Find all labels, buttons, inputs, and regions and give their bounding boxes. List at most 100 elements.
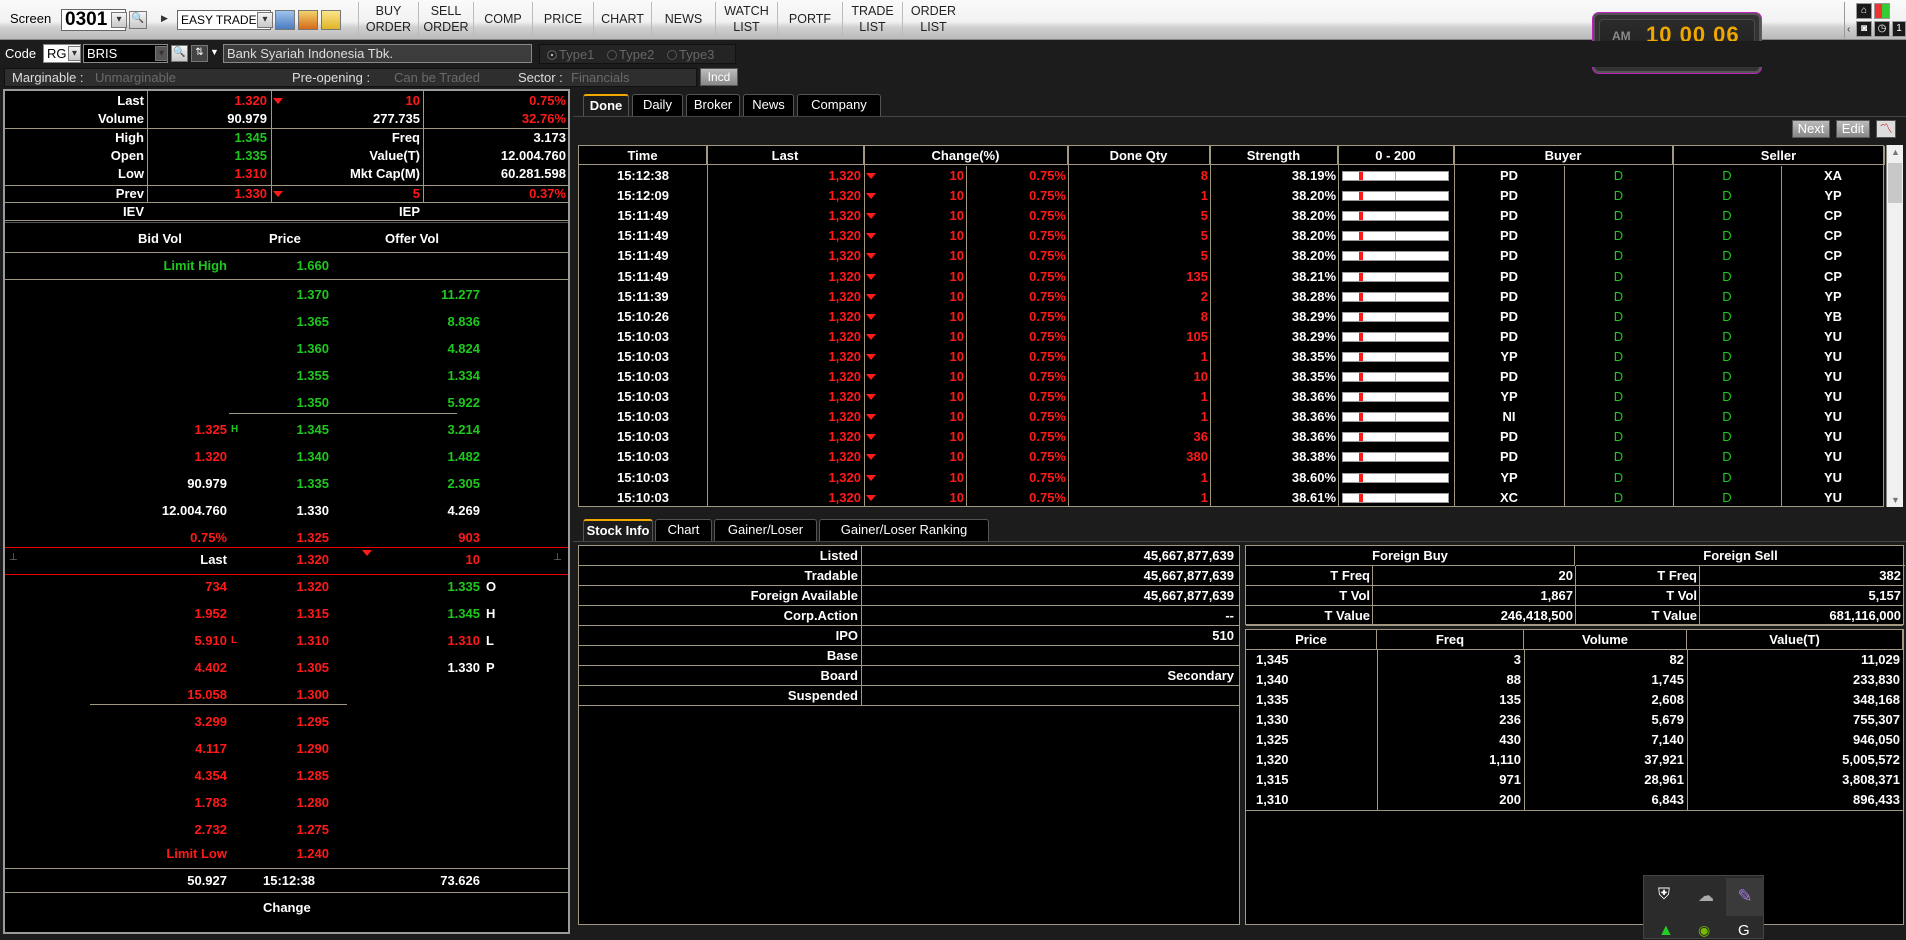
tab-stock-info[interactable]: Stock Info (583, 519, 653, 541)
offer-row[interactable]: 1.370 11.277 (5, 287, 568, 307)
offer-row[interactable]: 1.350 5.922 (5, 395, 568, 415)
g-hub-icon[interactable]: G (1738, 922, 1750, 939)
menu-order-list[interactable]: ORDER LIST (902, 2, 964, 36)
pin-left-icon[interactable]: ⊥ (9, 552, 18, 563)
app-a-icon[interactable]: ▲ (1658, 922, 1674, 940)
pv-row[interactable]: 1,345 3 82 11,029 (1246, 650, 1903, 670)
pv-row[interactable]: 1,325 430 7,140 946,050 (1246, 730, 1903, 750)
done-row[interactable]: 15:10:03 1,320 10 0.75% 1 38.60% YP D D YU (579, 468, 1885, 488)
offer-row[interactable]: 90.979 1.335 2.305 (5, 476, 568, 496)
menu-portf[interactable]: PORTF (777, 2, 842, 36)
type-radio-1[interactable]: Type1 (547, 47, 594, 62)
chart-toggle-icon[interactable]: 〽 (1876, 120, 1896, 138)
col-header-done-qty[interactable]: Done Qty (1068, 146, 1210, 165)
done-row[interactable]: 15:10:03 1,320 10 0.75% 36 38.36% PD D D YU (579, 427, 1885, 447)
done-row[interactable]: 15:10:26 1,320 10 0.75% 8 38.29% PD D D YB (579, 307, 1885, 327)
done-row[interactable]: 15:11:49 1,320 10 0.75% 5 38.20% PD D D CP (579, 246, 1885, 266)
alert-icon[interactable] (298, 10, 318, 30)
sort-dropdown-icon[interactable]: ▼ (210, 47, 219, 57)
bid-row[interactable]: 4.117 1.290 (5, 741, 568, 761)
bid-row[interactable]: 3.299 1.295 (5, 714, 568, 734)
pin-right-icon[interactable]: ⊥ (553, 552, 562, 563)
pv-header-value-t-[interactable]: Value(T) (1687, 630, 1903, 650)
tab-daily[interactable]: Daily (632, 94, 683, 116)
onedrive-offline-icon[interactable]: ☁ (1698, 886, 1714, 906)
incd-button[interactable]: Incd (700, 68, 738, 86)
bid-row[interactable]: 4.402 1.305 1.330 P (5, 660, 568, 680)
bid-row[interactable]: 734 1.320 1.335 O (5, 579, 568, 599)
page-indicator[interactable]: 1 (1892, 21, 1906, 37)
pv-row[interactable]: 1,310 200 6,843 896,433 (1246, 790, 1903, 810)
layout-grid-icon[interactable] (1874, 3, 1890, 19)
tab-news[interactable]: News (743, 94, 794, 116)
tab-company[interactable]: Company (797, 94, 881, 116)
offer-row[interactable]: 1.365 8.836 (5, 314, 568, 334)
pv-row[interactable]: 1,340 88 1,745 233,830 (1246, 670, 1903, 690)
menu-buy-order[interactable]: BUY ORDER (358, 2, 418, 36)
tab-gainer-loser[interactable]: Gainer/Loser (714, 519, 817, 541)
collapse-left-icon[interactable]: ‹ (1847, 24, 1850, 35)
clock-icon[interactable]: ◷ (1874, 21, 1890, 37)
col-header-last[interactable]: Last (707, 146, 864, 165)
done-row[interactable]: 15:11:49 1,320 10 0.75% 5 38.20% PD D D CP (579, 226, 1885, 246)
done-row[interactable]: 15:10:03 1,320 10 0.75% 1 38.36% NI D D YU (579, 407, 1885, 427)
tab-done[interactable]: Done (583, 94, 629, 116)
bid-row[interactable]: 1.952 1.315 1.345 H (5, 606, 568, 626)
bid-row[interactable]: 2.732 1.275 (5, 822, 568, 842)
security-warning-icon[interactable]: ⛨ (1658, 886, 1670, 904)
type-radio-3[interactable]: Type3 (667, 47, 714, 62)
tab-chart[interactable]: Chart (655, 519, 712, 541)
next-button[interactable]: Next (1792, 120, 1830, 138)
done-row[interactable]: 15:10:03 1,320 10 0.75% 105 38.29% PD D D YU (579, 327, 1885, 347)
change-button[interactable]: Change (263, 900, 311, 915)
menu-trade-list[interactable]: TRADE LIST (842, 2, 902, 36)
col-header-change-[interactable]: Change(%) (864, 146, 1068, 165)
done-row[interactable]: 15:10:03 1,320 10 0.75% 1 38.36% YP D D YU (579, 387, 1885, 407)
done-row[interactable]: 15:10:03 1,320 10 0.75% 1 38.61% XC D D YU (579, 488, 1885, 508)
eraser-icon[interactable] (321, 10, 341, 30)
pv-row[interactable]: 1,320 1,110 37,921 5,005,572 (1246, 750, 1903, 770)
col-header-time[interactable]: Time (579, 146, 707, 165)
scroll-down-icon[interactable]: ▼ (1891, 495, 1900, 505)
offer-row[interactable]: 1.355 1.334 (5, 368, 568, 388)
done-row[interactable]: 15:10:03 1,320 10 0.75% 380 38.38% PD D D YU (579, 447, 1885, 467)
menu-sell-order[interactable]: SELL ORDER (418, 2, 473, 36)
mode-dropdown-button[interactable]: ▾ (257, 12, 273, 28)
done-row[interactable]: 15:11:49 1,320 10 0.75% 135 38.21% PD D D CP (579, 267, 1885, 287)
col-header-0-200[interactable]: 0 - 200 (1338, 146, 1454, 165)
nvidia-icon[interactable]: ◉ (1698, 922, 1710, 939)
edit-button[interactable]: Edit (1836, 120, 1870, 138)
bid-row[interactable]: 4.354 1.285 (5, 768, 568, 788)
arrow-right-icon[interactable]: ▶ (161, 13, 168, 24)
done-row[interactable]: 15:11:39 1,320 10 0.75% 2 38.28% PD D D YP (579, 287, 1885, 307)
done-row[interactable]: 15:12:09 1,320 10 0.75% 1 38.20% PD D D YP (579, 186, 1885, 206)
done-row[interactable]: 15:12:38 1,320 10 0.75% 8 38.19% PD D D XA (579, 166, 1885, 186)
menu-news[interactable]: NEWS (651, 2, 715, 36)
screen-search-button[interactable]: 🔍 (129, 11, 147, 29)
pv-header-freq[interactable]: Freq (1377, 630, 1524, 650)
home-icon[interactable]: ⌂ (1856, 3, 1872, 19)
screen-dropdown-button[interactable]: ▾ (111, 12, 127, 28)
col-header-buyer[interactable]: Buyer (1454, 146, 1673, 165)
offer-row[interactable]: 1.360 4.824 (5, 341, 568, 361)
col-header-seller[interactable]: Seller (1673, 146, 1885, 165)
menu-watch-list[interactable]: WATCH LIST (715, 2, 777, 36)
menu-comp[interactable]: COMP (473, 2, 532, 36)
board-dropdown-button[interactable]: ▾ (68, 46, 81, 61)
pv-row[interactable]: 1,330 236 5,679 755,307 (1246, 710, 1903, 730)
bid-row[interactable]: 1.783 1.280 (5, 795, 568, 815)
ticker-dropdown-button[interactable]: ▾ (155, 46, 168, 61)
pv-header-price[interactable]: Price (1246, 630, 1377, 650)
done-scrollbar[interactable]: ▲ ▼ (1886, 145, 1903, 507)
offer-row[interactable]: 1.325 H 1.345 3.214 (5, 422, 568, 442)
tab-gainer-loser-ranking[interactable]: Gainer/Loser Ranking (819, 519, 989, 541)
offer-row[interactable]: 1.320 1.340 1.482 (5, 449, 568, 469)
camera-icon[interactable]: ◙ (1856, 21, 1872, 37)
done-row[interactable]: 15:10:03 1,320 10 0.75% 1 38.35% YP D D YU (579, 347, 1885, 367)
scroll-thumb[interactable] (1888, 163, 1902, 203)
scroll-up-icon[interactable]: ▲ (1891, 147, 1900, 157)
tab-broker[interactable]: Broker (686, 94, 740, 116)
menu-chart[interactable]: CHART (593, 2, 651, 36)
pv-row[interactable]: 1,315 971 28,961 3,808,371 (1246, 770, 1903, 790)
done-row[interactable]: 15:10:03 1,320 10 0.75% 10 38.35% PD D D YU (579, 367, 1885, 387)
